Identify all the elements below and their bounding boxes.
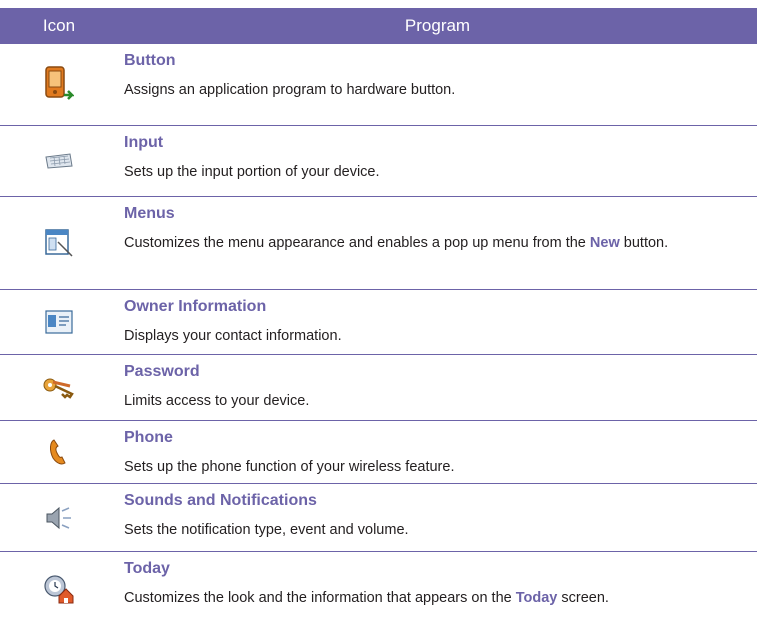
table-row: Menus Customizes the menu appearance and… (0, 197, 757, 290)
clock-home-icon (44, 575, 74, 604)
header-icon-column: Icon (42, 16, 76, 35)
icon-cell (0, 44, 118, 125)
icon-cell (0, 552, 118, 626)
program-description: Assigns an application program to hardwa… (124, 82, 456, 98)
description-text: Customizes the menu appearance and enabl… (124, 235, 586, 251)
icon-cell (0, 421, 118, 483)
table-row: Phone Sets up the phone function of your… (0, 421, 757, 484)
program-title: Today (124, 560, 170, 577)
program-description: Sets up the phone function of your wirel… (124, 459, 455, 475)
program-cell: Input Sets up the input portion of your … (118, 126, 757, 196)
header-program-column: Program (404, 16, 471, 35)
contact-card-icon (45, 310, 73, 334)
program-description: Sets up the input portion of your device… (124, 164, 380, 180)
table-row: Password Limits access to your device. (0, 355, 757, 421)
program-description: Limits access to your device. (124, 393, 310, 409)
program-cell: Phone Sets up the phone function of your… (118, 421, 757, 483)
table-row: Today Customizes the look and the inform… (0, 552, 757, 626)
pda-button-icon (45, 65, 74, 100)
table-header: Icon Program (0, 8, 757, 44)
program-title: Password (124, 363, 200, 380)
description-text-end: button. (623, 235, 669, 251)
program-cell: Button Assigns an application program to… (118, 44, 757, 125)
description-text: Customizes the look and the information … (124, 590, 512, 606)
table-row: Input Sets up the input portion of your … (0, 126, 757, 197)
program-title: Button (124, 52, 176, 69)
speaker-icon (46, 506, 71, 529)
program-cell: Sounds and Notifications Sets the notifi… (118, 484, 757, 551)
program-description: Displays your contact information. (124, 328, 342, 344)
icon-cell (0, 197, 118, 289)
program-title: Owner Information (124, 298, 267, 315)
description-text-end: screen. (561, 590, 609, 606)
phone-handset-icon (50, 439, 66, 465)
icon-cell (0, 126, 118, 196)
program-cell: Today Customizes the look and the inform… (118, 552, 757, 626)
program-cell: Menus Customizes the menu appearance and… (118, 197, 757, 289)
table-row: Sounds and Notifications Sets the notifi… (0, 484, 757, 552)
menu-window-icon (45, 229, 73, 257)
program-title: Sounds and Notifications (124, 492, 317, 509)
program-description: Sets the notification type, event and vo… (124, 522, 409, 538)
settings-program-table: Icon Program Button Assigns an applicati… (0, 8, 757, 626)
program-description: Customizes the look and the information … (124, 588, 747, 609)
icon-cell (0, 290, 118, 354)
table-row: Button Assigns an application program to… (0, 44, 757, 126)
program-title: Input (124, 134, 164, 151)
keyboard-icon (45, 153, 73, 169)
icon-cell (0, 355, 118, 420)
program-cell: Password Limits access to your device. (118, 355, 757, 420)
program-title: Phone (124, 429, 173, 446)
program-cell: Owner Information Displays your contact … (118, 290, 757, 354)
today-keyword: Today (515, 590, 558, 606)
program-description: Customizes the menu appearance and enabl… (124, 233, 747, 254)
table-row: Owner Information Displays your contact … (0, 290, 757, 355)
new-keyword: New (589, 235, 620, 251)
icon-cell (0, 484, 118, 551)
keys-icon (43, 378, 74, 399)
program-title: Menus (124, 205, 175, 222)
